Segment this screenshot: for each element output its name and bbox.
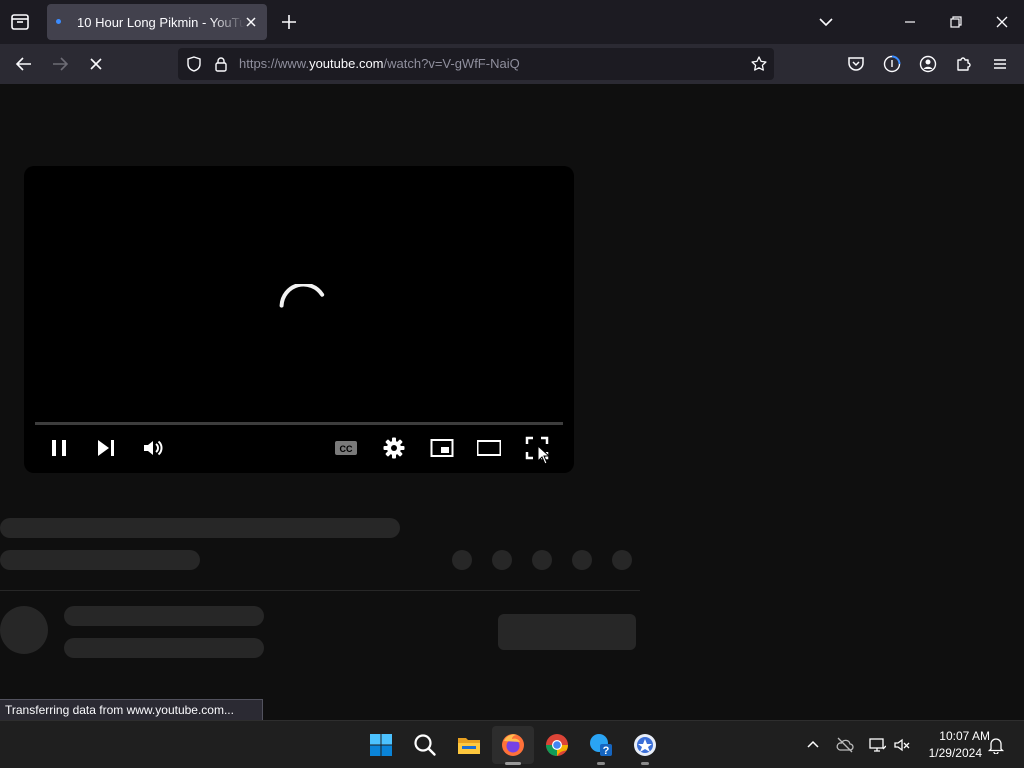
hamburger-menu-icon[interactable] (990, 54, 1010, 74)
url-host: youtube.com (309, 56, 384, 71)
skeleton-action-dot (492, 550, 512, 570)
theater-mode-icon[interactable] (477, 436, 501, 460)
cc-label: CC (340, 444, 353, 454)
skeleton-channel-name (64, 606, 264, 626)
settings-gear-icon[interactable] (382, 436, 406, 460)
status-text: Transferring data from www.youtube.com..… (5, 703, 234, 717)
firefox-view-icon[interactable] (8, 10, 32, 34)
close-tab-icon[interactable] (243, 14, 259, 30)
notification-bell-icon[interactable] (987, 736, 1005, 754)
url-prefix: https://www. (239, 56, 310, 71)
back-arrow-icon[interactable] (14, 54, 34, 74)
navigation-toolbar: https://www.youtube.com/watch?v=V-gWfF-N… (0, 44, 1024, 84)
tab-loading-icon (56, 19, 61, 24)
pocket-icon[interactable] (846, 54, 866, 74)
svg-text:?: ? (603, 745, 610, 757)
miniplayer-icon[interactable] (430, 436, 454, 460)
tracking-protection-shield-icon[interactable] (185, 55, 203, 73)
skeleton-video-meta (0, 550, 200, 570)
loading-spinner-icon (276, 284, 332, 340)
file-explorer-icon[interactable] (456, 732, 482, 758)
mouse-cursor-icon (537, 445, 551, 465)
running-indicator (641, 762, 649, 765)
new-tab-icon[interactable] (280, 13, 298, 31)
closed-captions-icon[interactable]: CC (334, 436, 358, 460)
skeleton-divider (0, 590, 640, 591)
firefox-icon[interactable] (500, 732, 526, 758)
page-content: CC (0, 84, 1024, 720)
skeleton-action-dot (532, 550, 552, 570)
tab-youtube[interactable]: 10 Hour Long Pikmin - YouTube (47, 4, 267, 40)
video-player[interactable]: CC (24, 166, 574, 473)
forward-arrow-icon[interactable] (50, 54, 70, 74)
clock-date[interactable]: 1/29/2024 (920, 746, 982, 760)
tab-strip: 10 Hour Long Pikmin - YouTube (0, 0, 1024, 44)
video-progress-bar[interactable] (35, 422, 563, 425)
volume-icon[interactable] (141, 436, 165, 460)
downloads-progress-icon[interactable] (882, 54, 902, 74)
search-icon[interactable] (412, 732, 438, 758)
extensions-puzzle-icon[interactable] (954, 54, 974, 74)
restore-icon[interactable] (946, 12, 966, 32)
clock-time[interactable]: 10:07 AM (920, 729, 990, 743)
skeleton-channel-subs (64, 638, 264, 658)
stop-loading-icon[interactable] (86, 54, 106, 74)
url-path: /watch?v=V-gWfF-NaiQ (383, 56, 520, 71)
next-icon[interactable] (94, 436, 118, 460)
skeleton-video-title (0, 518, 400, 538)
url-text[interactable]: https://www.youtube.com/watch?v=V-gWfF-N… (239, 56, 520, 71)
skeleton-channel-avatar (0, 606, 48, 654)
tab-title: 10 Hour Long Pikmin - YouTube (77, 15, 245, 30)
onedrive-cloud-icon[interactable] (836, 736, 854, 754)
skeleton-subscribe-button (498, 614, 636, 650)
skeleton-action-dot (572, 550, 592, 570)
status-panel: Transferring data from www.youtube.com..… (0, 699, 263, 720)
minimize-icon[interactable] (900, 12, 920, 32)
running-indicator (505, 762, 521, 765)
network-icon[interactable] (868, 736, 886, 754)
windows-taskbar: ? 10:07 AM 1/29/2024 (0, 720, 1024, 768)
pause-icon[interactable] (47, 436, 71, 460)
close-window-icon[interactable] (992, 12, 1012, 32)
account-icon[interactable] (918, 54, 938, 74)
app-icon[interactable] (632, 732, 658, 758)
windows-start-icon[interactable] (368, 732, 394, 758)
skeleton-action-dot (612, 550, 632, 570)
volume-muted-icon[interactable] (893, 736, 911, 754)
chevron-up-icon[interactable] (804, 736, 822, 754)
lock-icon[interactable] (212, 55, 230, 73)
running-indicator (597, 762, 605, 765)
bookmark-star-icon[interactable] (750, 55, 768, 73)
skeleton-action-dot (452, 550, 472, 570)
chevron-down-icon[interactable] (816, 12, 836, 32)
address-bar[interactable]: https://www.youtube.com/watch?v=V-gWfF-N… (178, 48, 774, 80)
chrome-icon[interactable] (544, 732, 570, 758)
help-icon[interactable]: ? (588, 732, 614, 758)
